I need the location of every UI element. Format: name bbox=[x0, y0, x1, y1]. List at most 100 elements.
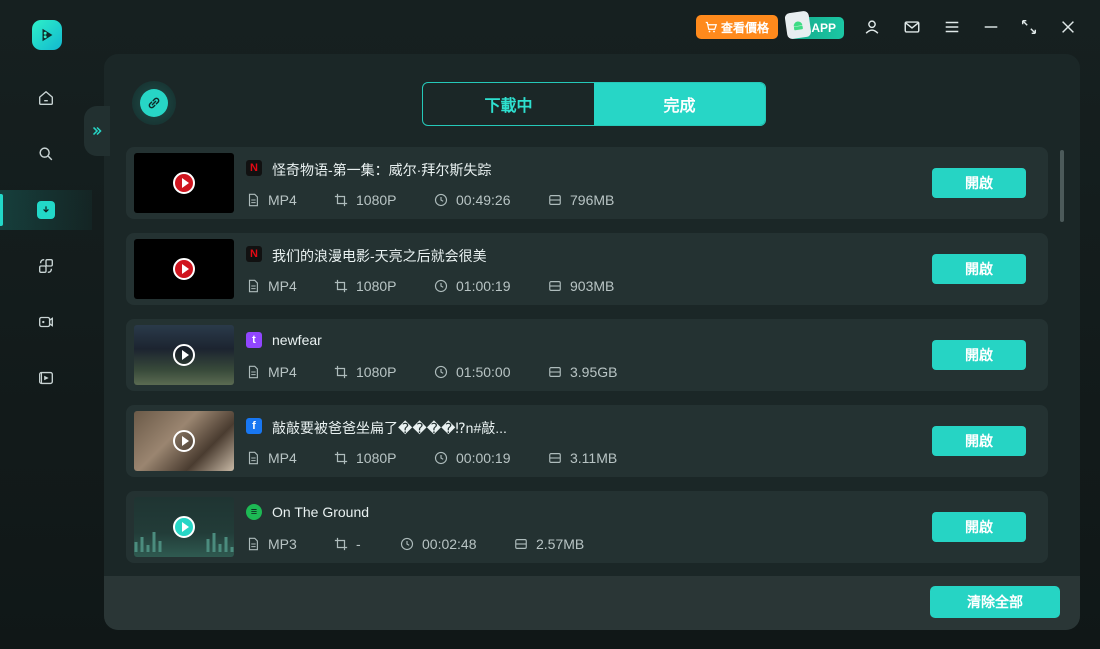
resolution-info: - bbox=[334, 536, 361, 552]
size-value: 3.11MB bbox=[570, 450, 618, 466]
sidebar-item-search[interactable] bbox=[0, 134, 92, 174]
crop-icon bbox=[334, 537, 348, 551]
menu-button[interactable] bbox=[941, 16, 963, 38]
spotify-icon: ≡ bbox=[246, 504, 262, 520]
crop-icon bbox=[334, 365, 348, 379]
panel-logo-icon bbox=[132, 81, 176, 125]
list-item: N 怪奇物语-第一集：威尔·拜尔斯失踪 MP4 1080P 00:49:26 7… bbox=[126, 147, 1048, 219]
format-value: MP4 bbox=[268, 192, 297, 208]
crop-icon bbox=[334, 193, 348, 207]
clock-icon bbox=[434, 365, 448, 379]
item-title: On The Ground bbox=[272, 504, 370, 520]
video-cut-icon bbox=[39, 316, 53, 328]
list-item: t newfear MP4 1080P 01:50:00 3.95GB 開啟 bbox=[126, 319, 1048, 391]
hamburger-menu-icon bbox=[945, 21, 959, 33]
file-icon bbox=[248, 365, 258, 379]
video-thumbnail[interactable] bbox=[134, 153, 234, 213]
play-icon[interactable] bbox=[173, 258, 195, 280]
sidebar-item-video-editor[interactable] bbox=[0, 302, 92, 342]
format-value: MP4 bbox=[268, 450, 297, 466]
duration-value: 00:49:26 bbox=[456, 192, 511, 208]
video-thumbnail[interactable] bbox=[134, 325, 234, 385]
format-info: MP4 bbox=[246, 192, 297, 208]
list-item: ≡ On The Ground MP3 - 00:02:48 2.57MB 開啟 bbox=[126, 491, 1048, 563]
format-value: MP4 bbox=[268, 278, 297, 294]
completed-list: N 怪奇物语-第一集：威尔·拜尔斯失踪 MP4 1080P 00:49:26 7… bbox=[126, 147, 1048, 577]
format-info: MP4 bbox=[246, 364, 297, 380]
clock-icon bbox=[400, 537, 414, 551]
open-button[interactable]: 開啟 bbox=[932, 340, 1026, 370]
resolution-info: 1080P bbox=[334, 450, 396, 466]
play-icon[interactable] bbox=[173, 344, 195, 366]
video-play-icon bbox=[39, 371, 53, 385]
item-title: newfear bbox=[272, 332, 322, 348]
format-info: MP4 bbox=[246, 278, 297, 294]
minimize-button[interactable] bbox=[980, 16, 1002, 38]
tab-completed[interactable]: 完成 bbox=[594, 83, 765, 125]
play-icon[interactable] bbox=[173, 430, 195, 452]
sidebar-item-downloads[interactable] bbox=[0, 190, 92, 230]
duration-value: 00:00:19 bbox=[456, 450, 511, 466]
sidebar-item-home[interactable] bbox=[0, 78, 92, 118]
download-tabs: 下載中 完成 bbox=[422, 82, 766, 126]
cart-icon bbox=[705, 21, 717, 33]
link-icon bbox=[148, 97, 160, 109]
video-thumbnail[interactable] bbox=[134, 239, 234, 299]
maximize-button[interactable] bbox=[1018, 16, 1040, 38]
netflix-icon: N bbox=[246, 160, 262, 176]
format-value: MP4 bbox=[268, 364, 297, 380]
crop-icon bbox=[334, 279, 348, 293]
messages-button[interactable] bbox=[901, 16, 923, 38]
clear-all-button[interactable]: 清除全部 bbox=[930, 586, 1060, 618]
facebook-icon: f bbox=[246, 418, 262, 434]
item-title: 敲敲要被爸爸坐扁了����⁉n#敲... bbox=[272, 420, 507, 436]
open-button[interactable]: 開啟 bbox=[932, 254, 1026, 284]
scissors-play-icon bbox=[42, 28, 53, 42]
storage-icon bbox=[549, 453, 561, 463]
app-download-button[interactable]: APP bbox=[784, 10, 844, 40]
resolution-value: 1080P bbox=[356, 450, 397, 466]
view-price-button[interactable]: 查看價格 bbox=[696, 15, 778, 39]
account-button[interactable] bbox=[861, 16, 883, 38]
format-info: MP3 bbox=[246, 536, 297, 552]
file-icon bbox=[248, 451, 258, 465]
clock-icon bbox=[434, 193, 448, 207]
clock-icon bbox=[434, 279, 448, 293]
size-value: 3.95GB bbox=[570, 364, 618, 380]
list-item: N 我们的浪漫电影-天亮之后就会很美 MP4 1080P 01:00:19 90… bbox=[126, 233, 1048, 305]
play-icon[interactable] bbox=[173, 172, 195, 194]
expand-arrows-icon bbox=[1021, 19, 1037, 35]
storage-icon bbox=[549, 281, 561, 291]
app-logo-icon bbox=[32, 20, 62, 50]
video-thumbnail[interactable] bbox=[134, 411, 234, 471]
tab-downloading[interactable]: 下載中 bbox=[423, 83, 594, 125]
duration-info: 01:00:19 bbox=[434, 278, 511, 294]
search-icon bbox=[39, 147, 53, 161]
size-info: 796MB bbox=[548, 192, 614, 208]
open-button[interactable]: 開啟 bbox=[932, 512, 1026, 542]
file-icon bbox=[248, 193, 258, 207]
file-icon bbox=[248, 279, 258, 293]
storage-icon bbox=[549, 367, 561, 377]
view-price-label: 查看價格 bbox=[720, 20, 769, 35]
audio-thumbnail[interactable] bbox=[134, 497, 234, 557]
resolution-value: 1080P bbox=[356, 364, 397, 380]
panel-footer: 清除全部 bbox=[104, 576, 1080, 630]
open-button[interactable]: 開啟 bbox=[932, 426, 1026, 456]
size-info: 2.57MB bbox=[514, 536, 584, 552]
sidebar-collapse-toggle[interactable] bbox=[84, 106, 110, 156]
sidebar-item-convert[interactable] bbox=[0, 246, 92, 286]
open-button[interactable]: 開啟 bbox=[932, 168, 1026, 198]
size-info: 3.11MB bbox=[548, 450, 617, 466]
resolution-info: 1080P bbox=[334, 278, 396, 294]
close-button[interactable] bbox=[1057, 16, 1079, 38]
scrollbar[interactable] bbox=[1060, 150, 1064, 222]
download-icon bbox=[37, 201, 55, 219]
play-icon[interactable] bbox=[173, 516, 195, 538]
list-item: f 敲敲要被爸爸坐扁了����⁉n#敲... MP4 1080P 00:00:1… bbox=[126, 405, 1048, 477]
android-icon bbox=[784, 10, 812, 40]
duration-info: 01:50:00 bbox=[434, 364, 511, 380]
duration-info: 00:49:26 bbox=[434, 192, 511, 208]
sidebar-item-video-player[interactable] bbox=[0, 358, 92, 398]
app-window: 查看價格 APP 下載中 完成 N 怪奇物语-第一集：威尔·拜尔斯失踪 MP4 … bbox=[0, 0, 1100, 649]
